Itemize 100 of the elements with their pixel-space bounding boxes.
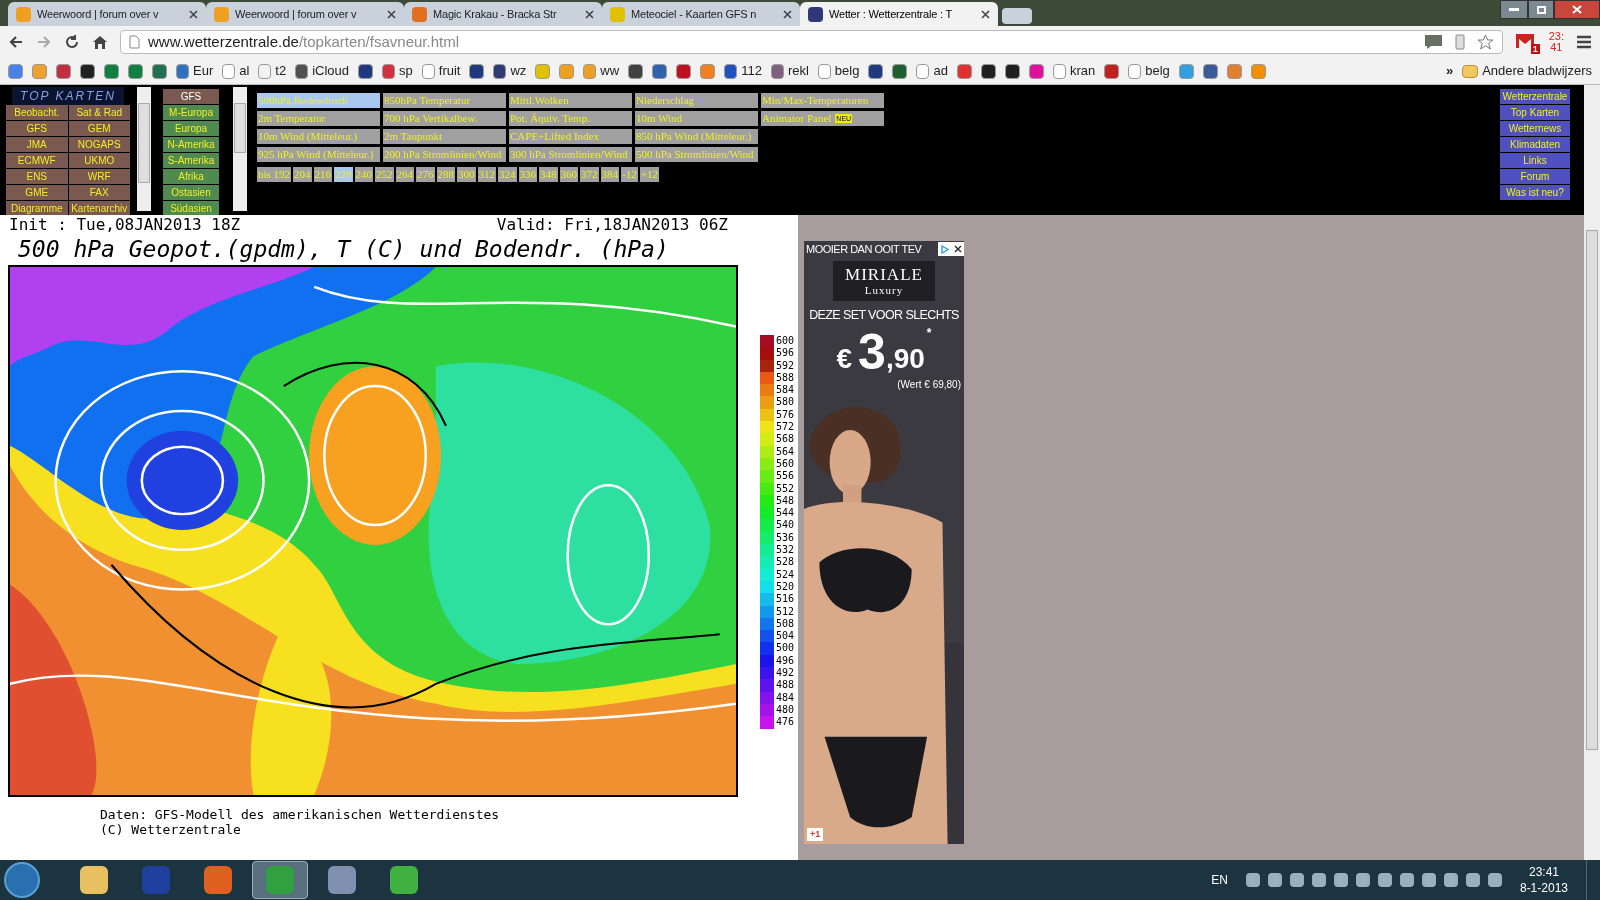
bookmark-icon[interactable] [469, 63, 485, 79]
scrollbar[interactable] [137, 87, 151, 211]
bookmark[interactable]: ww [583, 61, 620, 81]
tray-icon[interactable] [1333, 873, 1348, 887]
tray-icon[interactable] [1487, 873, 1502, 887]
tray-icon[interactable] [1355, 873, 1370, 887]
close-icon[interactable] [783, 9, 792, 19]
bookmark[interactable]: fruit [421, 61, 461, 81]
nav-link[interactable]: GME [6, 185, 68, 200]
scale-label: 596 [776, 347, 795, 360]
new-tab-button[interactable] [1002, 8, 1032, 24]
cast-icon[interactable] [1422, 34, 1443, 50]
close-button[interactable] [1554, 0, 1600, 19]
home-icon[interactable] [92, 34, 108, 50]
nav-link[interactable]: NOGAPS [68, 137, 130, 152]
bookmark-icon[interactable] [892, 63, 908, 79]
clock-time[interactable]: 23:41 [1528, 864, 1559, 880]
language-indicator[interactable]: EN [1211, 871, 1228, 889]
site-link[interactable]: Top Karten [1500, 105, 1570, 120]
browser-tab[interactable]: Wetter : Wetterzentrale : T [800, 2, 998, 26]
site-link[interactable]: Klimadaten [1500, 137, 1570, 152]
tray-icon[interactable] [1245, 873, 1260, 887]
bookmark[interactable]: ad [916, 61, 948, 81]
scrollbar[interactable] [1584, 85, 1600, 860]
bookmark[interactable]: kran [1052, 61, 1096, 81]
bookmark-icon[interactable] [80, 63, 95, 79]
nav-link[interactable]: FAX [68, 185, 130, 200]
tray-icon[interactable] [1465, 873, 1480, 887]
bookmark[interactable]: Eur [176, 61, 214, 81]
nav-link[interactable]: ENS [6, 169, 68, 184]
start-button[interactable] [4, 862, 40, 898]
nav-link[interactable]: UKMO [68, 153, 130, 168]
close-icon[interactable] [981, 9, 990, 19]
close-icon[interactable] [585, 9, 594, 19]
region-link[interactable]: S-Amerika [163, 153, 219, 168]
bookmark-icon[interactable] [1004, 63, 1020, 79]
nav-link[interactable]: JMA [6, 137, 68, 152]
menu-icon[interactable] [1576, 35, 1592, 49]
bookmark[interactable]: rekl [770, 61, 809, 81]
bookmark[interactable]: iCloud [295, 61, 350, 81]
bookmark[interactable]: 112 [724, 61, 762, 81]
site-link[interactable]: Wetternews [1500, 121, 1570, 136]
bookmark-icon[interactable] [1202, 63, 1218, 79]
clock-extension[interactable]: 23: 41 [1548, 31, 1564, 53]
nav-header[interactable]: GFS [163, 89, 219, 104]
mail-icon[interactable]: 1 [1514, 33, 1537, 51]
address-bar[interactable]: www.wetterzentrale.de/topkarten/fsavneur.html [120, 30, 1503, 54]
nav-link[interactable]: Sat & Rad [68, 105, 130, 120]
tray-icon[interactable] [1399, 873, 1414, 887]
bookmark-icon[interactable] [358, 63, 374, 79]
tray-icon[interactable] [1443, 873, 1458, 887]
bookmark-icon[interactable] [868, 63, 884, 79]
close-icon[interactable] [951, 242, 964, 256]
nav-link[interactable]: WRF [68, 169, 130, 184]
scale-label: 568 [776, 433, 795, 446]
bookmark-icon[interactable] [980, 63, 996, 79]
bookmark[interactable]: al [222, 61, 250, 81]
clock-date[interactable]: 8-1-2013 [1519, 880, 1568, 896]
close-icon[interactable] [189, 9, 198, 19]
region-link[interactable]: Europa [163, 121, 219, 136]
bookmark-icon[interactable] [628, 63, 644, 79]
nav-link[interactable]: ECMWF [6, 153, 68, 168]
star-icon[interactable] [1476, 34, 1494, 50]
bookmark[interactable]: t2 [258, 61, 287, 81]
tray-icon[interactable] [1289, 873, 1304, 887]
more-bookmarks[interactable]: » [1445, 61, 1454, 81]
tray-icon[interactable] [1267, 873, 1282, 887]
browser-tab[interactable]: Weerwoord | forum over v [8, 2, 206, 26]
bookmark[interactable]: belg [817, 61, 860, 81]
brand-logo: MIRIALE Luxury [833, 261, 935, 301]
minimize-button[interactable] [1500, 0, 1528, 19]
scale-label: 556 [776, 470, 795, 483]
back-icon[interactable] [8, 34, 24, 50]
ad-banner[interactable]: MOOIER DAN OOIT TEV MIRIALE Luxury DEZE SET VOOR SLECHTS €3,90 * (Wert € 69,80) +1 [804, 241, 964, 844]
nav-link[interactable]: GEM [68, 121, 130, 136]
site-link[interactable]: Links [1500, 153, 1570, 168]
region-link[interactable]: M-Europa [163, 105, 219, 120]
browser-tab[interactable]: Meteociel - Kaarten GFS n [602, 2, 800, 26]
site-link[interactable]: Wetterzentrale [1500, 89, 1570, 104]
tab-title: Weerwoord | forum over v [37, 6, 160, 22]
nav-link[interactable]: GFS [6, 121, 68, 136]
site-link[interactable]: Forum [1500, 169, 1570, 184]
bookmark[interactable]: wz [493, 61, 527, 81]
region-link[interactable]: Afrika [163, 169, 219, 184]
site-link[interactable]: Was ist neu? [1500, 185, 1570, 200]
tray-icon[interactable] [1421, 873, 1436, 887]
bookmark-folder[interactable]: Andere bladwijzers [1462, 61, 1592, 81]
reload-icon[interactable] [64, 34, 80, 50]
nav-link[interactable]: Beobacht. [6, 105, 68, 120]
restore-button[interactable] [1528, 0, 1554, 19]
tray-icon[interactable] [1377, 873, 1392, 887]
bookmark[interactable]: sp [382, 61, 413, 81]
browser-tab[interactable]: Magic Krakau - Bracka Str [404, 2, 602, 26]
scrollbar[interactable] [233, 87, 247, 211]
close-icon[interactable] [387, 9, 396, 19]
region-link[interactable]: Ostasien [163, 185, 219, 200]
region-link[interactable]: N-Amerika [163, 137, 219, 152]
browser-tab[interactable]: Weerwoord | forum over v [206, 2, 404, 26]
tray-icon[interactable] [1311, 873, 1326, 887]
bookmark[interactable]: belg [1128, 61, 1170, 81]
